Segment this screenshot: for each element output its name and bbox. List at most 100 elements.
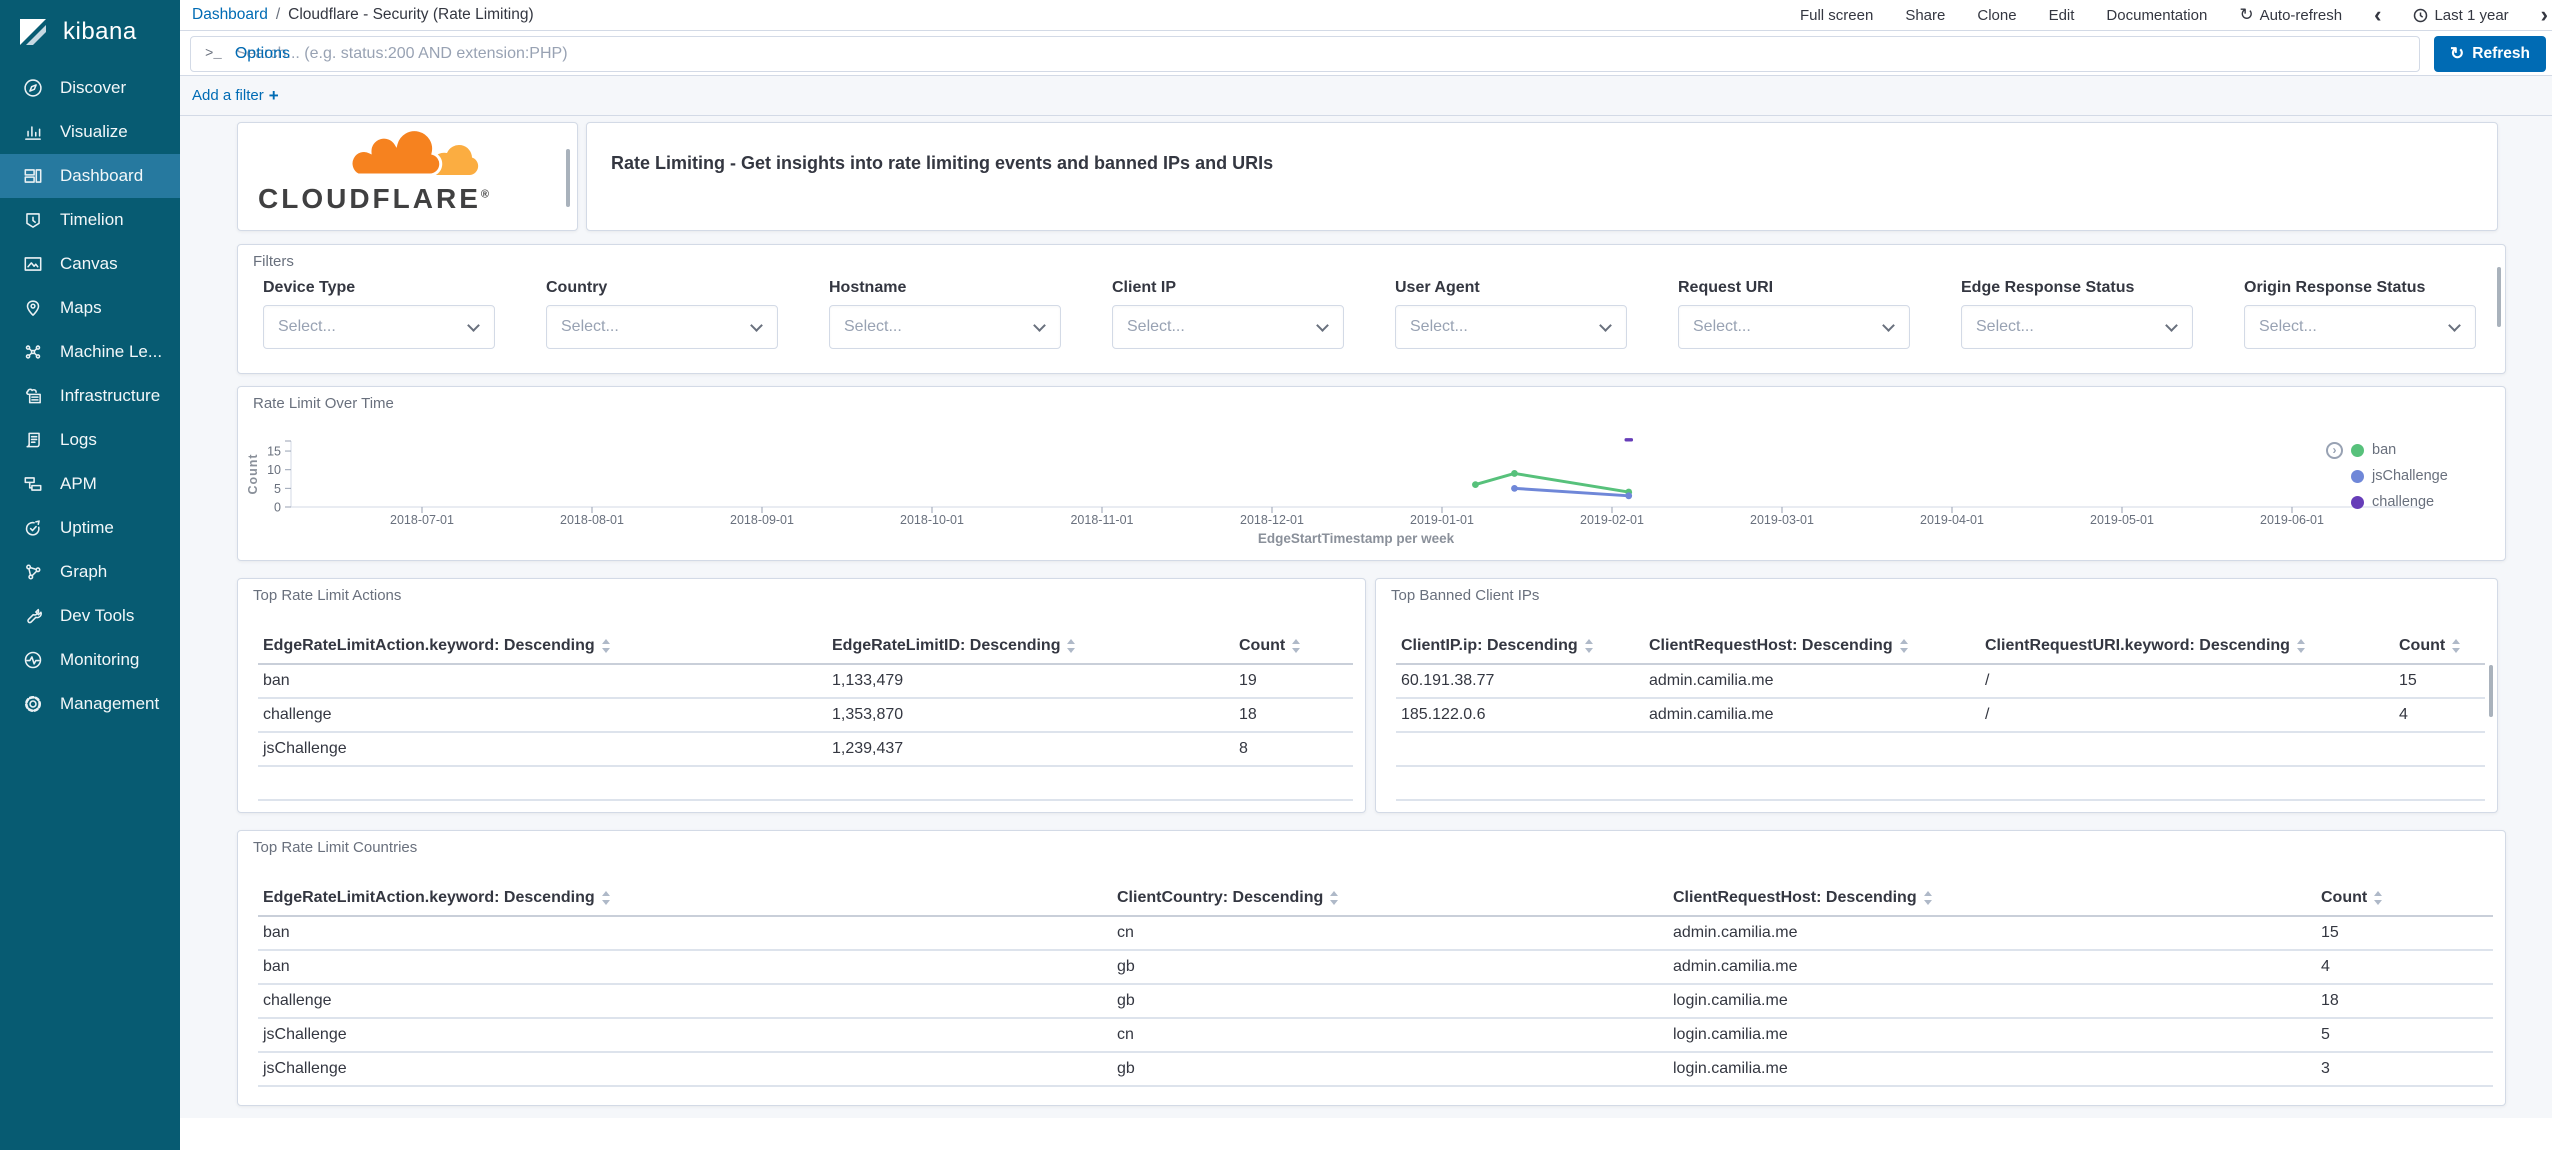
sort-icon[interactable] [2296,638,2306,653]
breadcrumb: Dashboard / Cloudflare - Security (Rate … [192,6,534,24]
countries-table: EdgeRateLimitAction.keyword: Descending C… [258,880,2493,1087]
sidebar-item-label: Infrastructure [60,386,161,405]
column-header-clientcountry-descending[interactable]: ClientCountry: Descending [1112,889,1668,907]
sidebar-item-canvas[interactable]: Canvas [0,242,180,286]
time-range-next-button[interactable]: › [2541,4,2548,26]
breadcrumb-dashboard-link[interactable]: Dashboard [192,6,268,24]
sidebar-item-timelion[interactable]: Timelion [0,198,180,242]
filter-select-origin-response-status[interactable]: Select... [2244,305,2476,349]
svg-text:2018-11-01: 2018-11-01 [1070,513,1133,527]
table-scrollbar[interactable] [2489,665,2493,717]
column-header-clientip-ip-descending[interactable]: ClientIP.ip: Descending [1396,637,1644,655]
sort-icon[interactable] [1292,638,1301,653]
sidebar-item-apm[interactable]: APM [0,462,180,506]
add-filter-button[interactable]: Add a filter + [192,86,279,106]
sidebar-item-maps[interactable]: Maps [0,286,180,330]
legend-item-challenge[interactable]: challenge [2326,489,2448,515]
column-header-count[interactable]: Count [2316,889,2493,907]
filter-select-request-uri[interactable]: Select... [1678,305,1910,349]
auto-refresh-button[interactable]: ↻ Auto-refresh [2239,5,2342,25]
sort-icon[interactable] [1923,890,1933,905]
banned-ips-table: ClientIP.ip: Descending ClientRequestHost… [1396,628,2485,812]
sort-icon[interactable] [2374,890,2383,905]
terminal-prompt-icon: >_ [205,46,222,62]
sort-icon[interactable] [1330,890,1339,905]
sidebar-item-label: Machine Le... [60,342,163,361]
menu-edit[interactable]: Edit [2049,7,2075,24]
legend-toggle-chevron-icon[interactable]: › [2326,441,2343,459]
filter-select-user-agent[interactable]: Select... [1395,305,1627,349]
time-range-prev-button[interactable]: ‹ [2374,4,2381,26]
chevron-down-icon [1033,319,1046,332]
kibana-logo[interactable]: kibana [0,0,180,64]
filter-group-request-uri: Request URI Select... [1678,279,1910,349]
options-button[interactable]: Options [235,31,290,77]
select-placeholder: Select... [278,318,336,335]
cell: 1,239,437 [832,740,904,757]
canvas-icon [22,253,44,275]
filter-group-device-type: Device Type Select... [263,279,495,349]
column-header-count[interactable]: Count [1234,637,1353,655]
filter-label: Hostname [829,279,907,296]
menu-documentation[interactable]: Documentation [2106,7,2207,24]
column-header-clientrequesthost-descending[interactable]: ClientRequestHost: Descending [1668,889,2316,907]
legend-item-jschallenge[interactable]: jsChallenge [2326,463,2448,489]
menu-clone[interactable]: Clone [1977,7,2016,24]
filter-select-country[interactable]: Select... [546,305,778,349]
refresh-button[interactable]: ↻ Refresh [2434,36,2546,72]
column-header-count[interactable]: Count [2394,637,2485,655]
filter-select-hostname[interactable]: Select... [829,305,1061,349]
select-placeholder: Select... [844,318,902,335]
sidebar-item-machine-le[interactable]: Machine Le... [0,330,180,374]
sidebar-item-dev-tools[interactable]: Dev Tools [0,594,180,638]
chevron-down-icon [1599,319,1612,332]
filters-scrollbar[interactable] [2497,267,2501,327]
sidebar-item-label: Logs [60,430,97,449]
time-range-picker[interactable]: Last 1 year [2413,7,2509,24]
sort-icon[interactable] [1584,638,1594,653]
sidebar-item-uptime[interactable]: Uptime [0,506,180,550]
sidebar-item-management[interactable]: Management [0,682,180,726]
sidebar-item-label: Discover [60,78,127,97]
filter-label: Origin Response Status [2244,279,2426,296]
column-header-clientrequesthost-descending[interactable]: ClientRequestHost: Descending [1644,637,1980,655]
filter-select-device-type[interactable]: Select... [263,305,495,349]
sidebar-item-graph[interactable]: Graph [0,550,180,594]
legend-item-ban[interactable]: › ban [2326,437,2448,463]
sidebar-item-logs[interactable]: Logs [0,418,180,462]
column-header-edgeratelimitid-descending[interactable]: EdgeRateLimitID: Descending [827,637,1234,655]
sidebar-item-label: Dashboard [60,166,144,185]
sort-icon[interactable] [601,638,611,653]
cell: admin.camilia.me [1649,672,1774,689]
svg-text:2018-08-01: 2018-08-01 [560,513,624,527]
filter-select-edge-response-status[interactable]: Select... [1961,305,2193,349]
sort-icon[interactable] [1067,638,1076,653]
filter-select-client-ip[interactable]: Select... [1112,305,1344,349]
panel-title: Top Rate Limit Countries [253,839,418,856]
column-header-edgeratelimitaction-keyword-descending[interactable]: EdgeRateLimitAction.keyword: Descending [258,889,1112,907]
panel-resize-handle[interactable] [566,149,570,207]
column-header-edgeratelimitaction-keyword-descending[interactable]: EdgeRateLimitAction.keyword: Descending [258,637,827,655]
cell: admin.camilia.me [1673,958,1798,975]
sidebar-item-monitoring[interactable]: Monitoring [0,638,180,682]
cell: 4 [2321,958,2330,975]
rate-limit-line-chart[interactable]: 0 5 10 15 2018-07-01 2018-08-01 2018-09-01 2018… [238,387,2507,562]
sidebar-item-discover[interactable]: Discover [0,66,180,110]
column-header-clientrequesturi-keyword-descending[interactable]: ClientRequestURI.keyword: Descending [1980,637,2394,655]
cell: 5 [2321,1026,2330,1043]
panel-cloudflare-logo: CLOUDFLARE® [237,122,578,231]
filter-label: User Agent [1395,279,1480,296]
cell: 19 [1239,672,1257,689]
sort-icon[interactable] [2452,638,2461,653]
sidebar-item-dashboard[interactable]: Dashboard [0,154,180,198]
menu-share[interactable]: Share [1905,7,1945,24]
sidebar-item-infrastructure[interactable]: Infrastructure [0,374,180,418]
menu-full-screen[interactable]: Full screen [1800,7,1873,24]
filter-group-origin-response-status: Origin Response Status Select... [2244,279,2476,349]
search-input[interactable]: >_ Search... (e.g. status:200 AND extens… [190,36,2420,72]
sort-icon[interactable] [1899,638,1909,653]
sidebar-item-visualize[interactable]: Visualize [0,110,180,154]
column-header-label: EdgeRateLimitAction.keyword: Descending [263,636,595,654]
sort-icon[interactable] [601,890,611,905]
sidebar-item-label: Canvas [60,254,118,273]
